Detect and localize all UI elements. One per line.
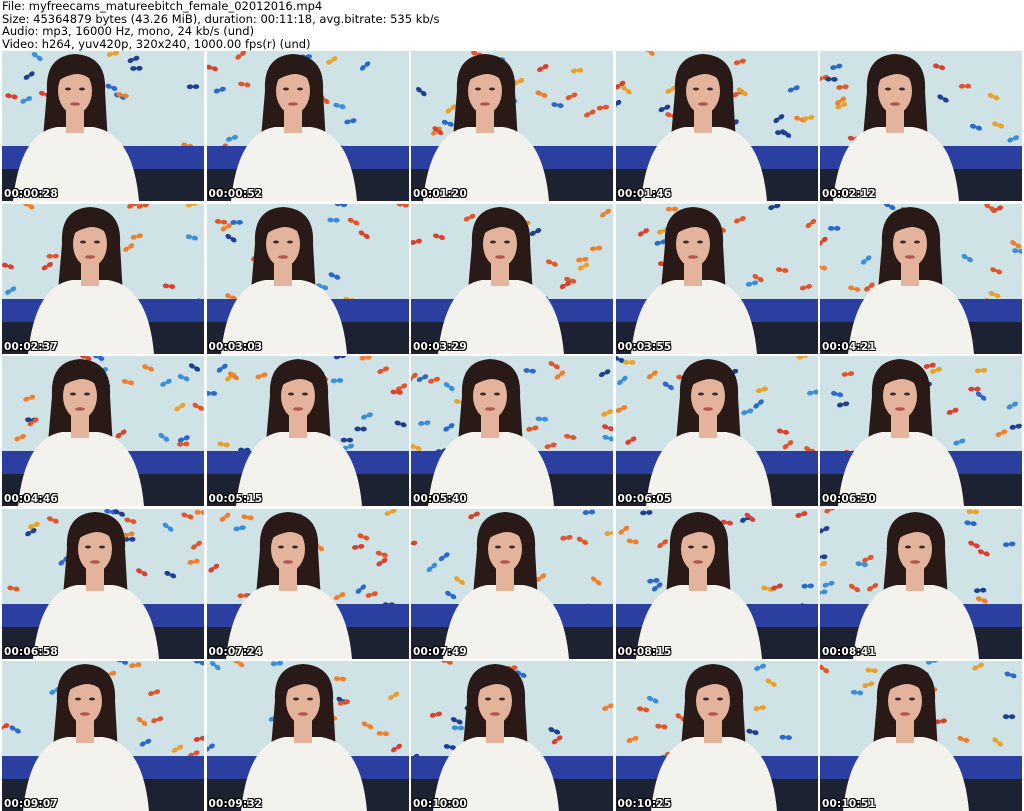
frame-timestamp: 00:10:25 [617,798,672,810]
frame-timestamp: 00:03:29 [413,340,467,353]
thumbnail-frame: 00:09:07 [2,661,204,811]
thumbnail-frame: 00:08:15 [615,508,818,659]
frame-timestamp: 00:09:07 [4,798,58,810]
thumbnail-frame: 00:03:29 [411,203,613,354]
frame-image [615,203,818,354]
file-info: File: myfreecams_matureebitch_female_020… [2,0,1022,50]
thumbnail-frame: 00:09:32 [206,661,409,811]
thumbnail-frame: 00:00:28 [2,51,204,201]
thumbnail-frame: 00:00:52 [206,51,409,201]
frame-timestamp: 00:04:46 [4,493,58,505]
thumbnail-frame: 00:04:21 [820,203,1022,354]
frame-image [206,661,409,811]
frame-timestamp: 00:09:32 [208,798,263,810]
audio-info-line: Audio: mp3, 16000 Hz, mono, 24 kb/s (und… [2,24,255,38]
thumbnail-frame: 00:08:41 [820,508,1022,659]
frame-image [820,203,1022,354]
thumbnail-frame: 00:07:49 [411,508,613,659]
frame-image [411,661,613,811]
frame-image [411,356,613,506]
thumbnail-frame: 00:10:00 [411,661,613,811]
thumbnail-frame: 00:03:55 [615,203,818,354]
frame-timestamp: 00:04:21 [822,340,876,353]
thumbnail-frame: 00:03:03 [206,203,409,354]
frame-image [206,203,409,354]
frame-timestamp: 00:02:37 [4,340,58,353]
frame-image [411,51,613,201]
frame-image [2,508,204,659]
frame-image [820,508,1022,659]
frame-timestamp: 00:08:15 [617,645,672,658]
frame-image [2,203,204,354]
thumbnail-grid: 00:00:28 00:00:52 00:01:20 00:01:46 00:02:12… [2,51,1022,811]
frame-image [411,203,613,354]
thumbnail-frame: 00:02:12 [820,51,1022,201]
frame-timestamp: 00:08:41 [822,645,876,658]
frame-timestamp: 00:05:15 [208,493,263,505]
contact-sheet: File: myfreecams_matureebitch_female_020… [0,0,1024,811]
frame-timestamp: 00:07:49 [413,645,467,658]
frame-timestamp: 00:06:58 [4,645,58,658]
frame-timestamp: 00:06:05 [617,493,672,505]
frame-image [820,356,1022,506]
thumbnail-frame: 00:07:24 [206,508,409,659]
frame-image [615,51,818,201]
frame-timestamp: 00:02:12 [822,188,876,200]
thumbnail-frame: 00:10:25 [615,661,818,811]
frame-image [2,661,204,811]
thumbnail-frame: 00:06:30 [820,356,1022,506]
frame-timestamp: 00:00:52 [208,188,263,200]
thumbnail-frame: 00:02:37 [2,203,204,354]
frame-image [411,508,613,659]
thumbnail-frame: 00:05:40 [411,356,613,506]
thumbnail-frame: 00:04:46 [2,356,204,506]
frame-timestamp: 00:03:55 [617,340,672,353]
thumbnail-frame: 00:05:15 [206,356,409,506]
frame-image [820,661,1022,811]
frame-image [2,356,204,506]
frame-image [820,51,1022,201]
thumbnail-frame: 00:06:58 [2,508,204,659]
frame-timestamp: 00:10:51 [822,798,876,810]
thumbnail-frame: 00:01:20 [411,51,613,201]
frame-image [615,661,818,811]
thumbnail-frame: 00:10:51 [820,661,1022,811]
thumbnail-frame: 00:06:05 [615,356,818,506]
frame-image [206,51,409,201]
thumbnail-frame: 00:01:46 [615,51,818,201]
frame-image [615,508,818,659]
file-name-line: File: myfreecams_matureebitch_female_020… [2,0,323,13]
frame-timestamp: 00:10:00 [413,798,467,810]
frame-image [615,356,818,506]
frame-timestamp: 00:01:46 [617,188,672,200]
frame-timestamp: 00:01:20 [413,188,467,200]
frame-timestamp: 00:00:28 [4,188,58,200]
frame-timestamp: 00:03:03 [208,340,263,353]
frame-image [206,356,409,506]
frame-image [206,508,409,659]
frame-timestamp: 00:05:40 [413,493,467,505]
video-info-line: Video: h264, yuv420p, 320x240, 1000.00 f… [2,36,311,51]
frame-timestamp: 00:07:24 [208,645,263,658]
frame-timestamp: 00:06:30 [822,493,876,505]
frame-image [2,51,204,201]
